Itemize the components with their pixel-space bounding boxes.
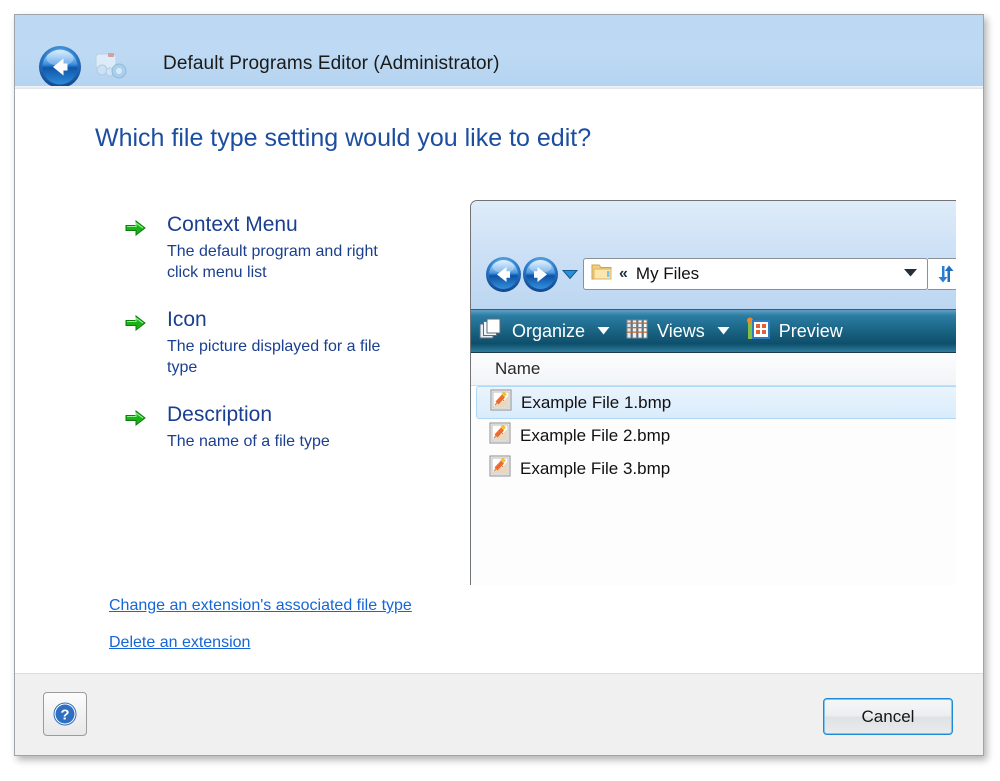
task-description: The picture displayed for a file type (167, 338, 381, 376)
secondary-links: Change an extension's associated file ty… (109, 597, 412, 671)
file-name: Example File 2.bmp (520, 425, 671, 445)
chevron-down-icon[interactable] (903, 265, 918, 283)
link-change-extension-association[interactable]: Change an extension's associated file ty… (109, 597, 412, 615)
chevron-down-icon[interactable] (597, 322, 610, 340)
history-chevron-down-icon[interactable] (559, 256, 581, 293)
task-description: The name of a file type (167, 433, 330, 450)
task-description: The default program and right click menu… (167, 243, 378, 281)
task-title: Icon (167, 308, 207, 331)
svg-text:?: ? (60, 707, 69, 724)
default-programs-editor-icon (94, 51, 128, 81)
forward-circle-icon[interactable] (522, 256, 559, 293)
file-name: Example File 3.bmp (520, 458, 671, 478)
green-arrow-icon (125, 219, 147, 237)
task-title: Context Menu (167, 213, 298, 236)
explorer-address-row: « My Files (485, 254, 956, 294)
list-item[interactable]: Example File 3.bmp (471, 452, 956, 485)
column-header-name[interactable]: Name (495, 359, 540, 379)
toolbar-views-label: Views (657, 320, 705, 341)
title-bar: Default Programs Editor (Administrator) (15, 15, 983, 89)
help-question-icon[interactable]: ? (43, 692, 87, 736)
back-arrow-icon[interactable] (38, 45, 82, 89)
link-delete-extension[interactable]: Delete an extension (109, 634, 250, 652)
column-header-row: Name (471, 353, 956, 386)
folder-icon (591, 262, 613, 286)
bmp-file-icon (490, 389, 512, 416)
page-title: Which file type setting would you like t… (95, 124, 592, 152)
dialog-content: Which file type setting would you like t… (15, 90, 983, 673)
green-arrow-icon (125, 409, 147, 427)
organize-icon (479, 318, 503, 345)
task-item-description[interactable]: Description The name of a file type (115, 402, 445, 452)
task-list: Context Menu The default program and rig… (115, 212, 445, 476)
cancel-button[interactable]: Cancel (823, 698, 953, 735)
green-arrow-icon (125, 314, 147, 332)
list-item[interactable]: Example File 1.bmp (476, 386, 956, 419)
bmp-file-icon (489, 455, 511, 482)
address-bar[interactable]: « My Files (583, 258, 928, 290)
toolbar-preview-button[interactable]: Preview (738, 310, 847, 352)
window-title: Default Programs Editor (Administrator) (163, 53, 500, 74)
task-item-context-menu[interactable]: Context Menu The default program and rig… (115, 212, 445, 283)
refresh-icon[interactable] (928, 258, 956, 290)
task-title: Description (167, 403, 273, 426)
toolbar-preview-label: Preview (778, 320, 843, 341)
file-name: Example File 1.bmp (521, 392, 672, 412)
file-list: Example File 1.bmp Example File 2.bmp Ex… (471, 386, 956, 585)
dialog-window: Default Programs Editor (Administrator) … (14, 14, 984, 756)
task-item-icon[interactable]: Icon The picture displayed for a file ty… (115, 307, 445, 378)
breadcrumb[interactable]: My Files (636, 264, 903, 284)
toolbar-organize-button[interactable]: Organize (471, 310, 618, 352)
breadcrumb-separator[interactable]: « (619, 265, 628, 283)
toolbar-views-button[interactable]: Views (618, 310, 738, 352)
dialog-footer: ? Cancel (15, 673, 983, 755)
explorer-preview-panel: « My Files Organize Views Preview Name E… (470, 200, 956, 585)
chevron-down-icon[interactable] (717, 322, 730, 340)
toolbar-organize-label: Organize (512, 320, 586, 341)
bmp-file-icon (489, 422, 511, 449)
views-icon (626, 318, 648, 345)
preview-icon (746, 317, 770, 346)
explorer-toolbar: Organize Views Preview (471, 309, 956, 353)
list-item[interactable]: Example File 2.bmp (471, 419, 956, 452)
back-circle-icon[interactable] (485, 256, 522, 293)
